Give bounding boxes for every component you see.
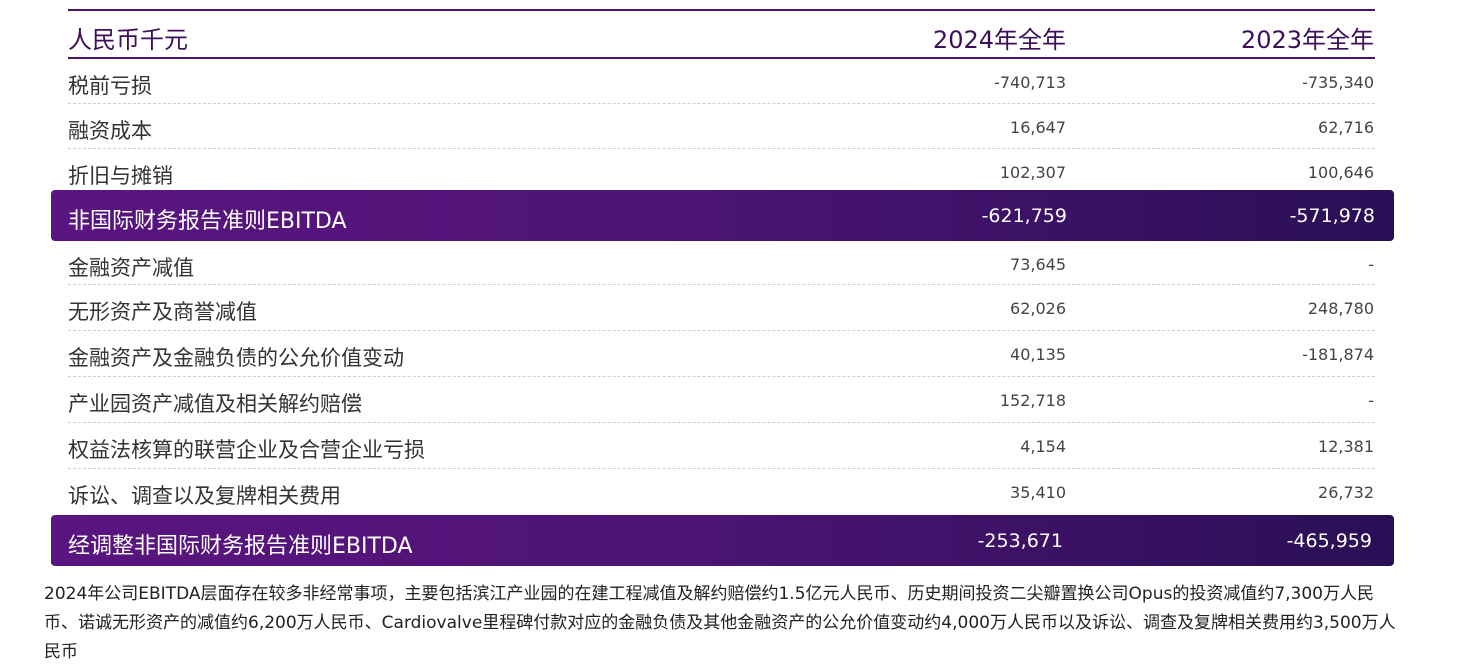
row-label: 产业园资产减值及相关解约赔偿 bbox=[68, 392, 362, 416]
table-row: 金融资产及金融负债的公允价值变动 40,135 -181,874 bbox=[68, 331, 1375, 377]
year-2023-header: 2023年全年 bbox=[1240, 26, 1374, 54]
row-label: 金融资产及金融负债的公允价值变动 bbox=[68, 346, 404, 370]
adjusted-ebitda-value-2023: -465,959 bbox=[1286, 530, 1372, 552]
value-2024: -740,713 bbox=[994, 73, 1066, 92]
row-label: 税前亏损 bbox=[68, 74, 152, 98]
table-row: 税前亏损 -740,713 -735,340 bbox=[68, 59, 1375, 104]
value-2024: 35,410 bbox=[1010, 483, 1066, 502]
ebitda-reconciliation-table: 人民币千元 2024年全年 2023年全年 税前亏损 -740,713 -735… bbox=[68, 9, 1375, 194]
value-2024: 102,307 bbox=[999, 163, 1066, 182]
value-2023: 62,716 bbox=[1318, 118, 1374, 137]
row-label: 金融资产减值 bbox=[68, 256, 194, 280]
value-2023: 12,381 bbox=[1318, 437, 1374, 456]
footnote-text: 2024年公司EBITDA层面存在较多非经常事项，主要包括滨江产业园的在建工程减… bbox=[44, 584, 1396, 662]
ebitda-label: 非国际财务报告准则EBITDA bbox=[68, 209, 347, 234]
table-row: 权益法核算的联营企业及合营企业亏损 4,154 12,381 bbox=[68, 423, 1375, 469]
value-2024: 4,154 bbox=[1020, 437, 1066, 456]
table-row: 无形资产及商誉减值 62,026 248,780 bbox=[68, 285, 1375, 331]
value-2024: 16,647 bbox=[1010, 118, 1066, 137]
row-label: 融资成本 bbox=[68, 119, 152, 143]
table-row: 诉讼、调查以及复牌相关费用 35,410 26,732 bbox=[68, 469, 1375, 515]
value-2023: -181,874 bbox=[1302, 345, 1374, 364]
row-label: 折旧与摊销 bbox=[68, 164, 173, 188]
row-label: 无形资产及商誉减值 bbox=[68, 300, 257, 324]
ebitda-highlight-row: 非国际财务报告准则EBITDA -621,759 -571,978 bbox=[51, 190, 1394, 241]
value-2023: - bbox=[1368, 391, 1374, 410]
value-2023: -735,340 bbox=[1302, 73, 1374, 92]
table-header: 人民币千元 2024年全年 2023年全年 bbox=[68, 9, 1375, 59]
adjusted-ebitda-label: 经调整非国际财务报告准则EBITDA bbox=[68, 534, 413, 559]
ebitda-value-2023: -571,978 bbox=[1289, 205, 1375, 227]
adjusted-ebitda-highlight-row: 经调整非国际财务报告准则EBITDA -253,671 -465,959 bbox=[51, 515, 1394, 566]
unit-header: 人民币千元 bbox=[68, 26, 188, 54]
value-2023: 26,732 bbox=[1318, 483, 1374, 502]
value-2023: 100,646 bbox=[1307, 163, 1374, 182]
row-label: 权益法核算的联营企业及合营企业亏损 bbox=[68, 438, 425, 462]
year-2024-header: 2024年全年 bbox=[932, 26, 1066, 54]
table-row: 金融资产减值 73,645 - bbox=[68, 241, 1375, 285]
table-row: 折旧与摊销 102,307 100,646 bbox=[68, 149, 1375, 194]
adjusted-ebitda-value-2024: -253,671 bbox=[977, 530, 1063, 552]
value-2024: 62,026 bbox=[1010, 299, 1066, 318]
ebitda-value-2024: -621,759 bbox=[981, 205, 1067, 227]
value-2024: 152,718 bbox=[999, 391, 1066, 410]
value-2023: - bbox=[1368, 255, 1374, 274]
table-row: 产业园资产减值及相关解约赔偿 152,718 - bbox=[68, 377, 1375, 423]
row-label: 诉讼、调查以及复牌相关费用 bbox=[68, 484, 341, 508]
value-2024: 73,645 bbox=[1010, 255, 1066, 274]
value-2023: 248,780 bbox=[1307, 299, 1374, 318]
table-row: 融资成本 16,647 62,716 bbox=[68, 104, 1375, 149]
value-2024: 40,135 bbox=[1010, 345, 1066, 364]
adjustments-table: 金融资产减值 73,645 - 无形资产及商誉减值 62,026 248,780… bbox=[68, 241, 1375, 515]
